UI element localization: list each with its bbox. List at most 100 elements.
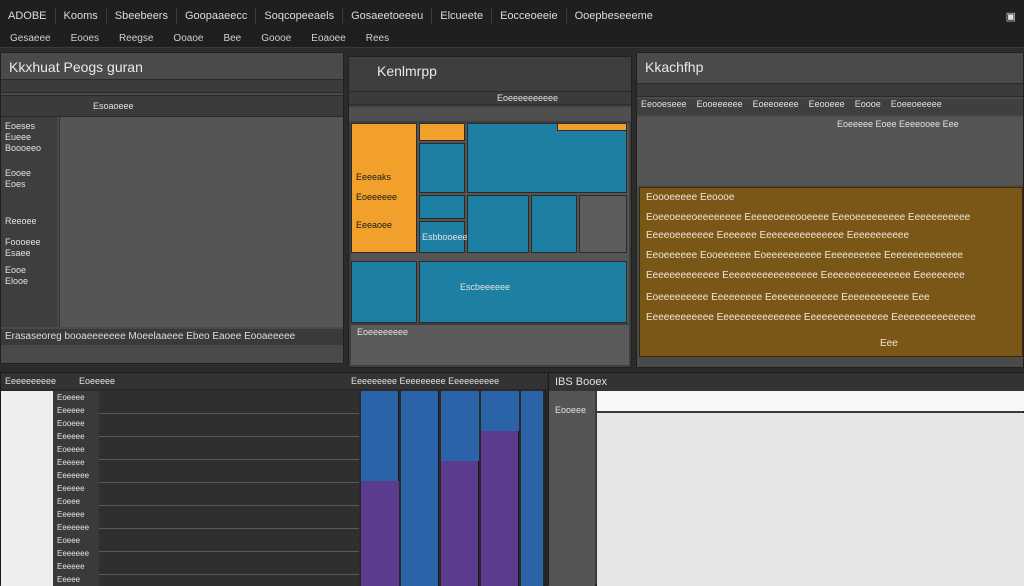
header-cell[interactable]: Eoeeoeeee <box>753 99 799 115</box>
tool-2[interactable]: Eooes <box>61 33 109 44</box>
list-item[interactable]: Eoes <box>1 179 57 190</box>
block-orange-3[interactable] <box>557 123 627 131</box>
timeline-row[interactable] <box>99 437 359 460</box>
row-label[interactable]: Eeeeee <box>53 456 99 469</box>
row-label[interactable]: Eeeeee <box>53 404 99 417</box>
panel-bottom-right-title: IBS Booex <box>555 376 607 388</box>
timeline-row[interactable] <box>99 414 359 437</box>
column-purple-1[interactable] <box>361 481 399 586</box>
panel-bottom-left-title: Eeeeeeeeee <box>5 376 57 386</box>
block-teal-7[interactable] <box>351 261 417 323</box>
tool-7[interactable]: Eoaoee <box>301 33 355 44</box>
list-item[interactable]: Eoeses <box>1 121 57 132</box>
block-teal-6[interactable] <box>531 195 577 253</box>
header-cell[interactable]: Eoooe <box>855 99 881 115</box>
menu-item-4[interactable]: Gosaeetoeeeu <box>342 8 431 24</box>
menu-item-3[interactable]: Soqcopeeaels <box>255 8 342 24</box>
row-label[interactable]: Eeeee <box>53 573 99 586</box>
column-blue-3[interactable] <box>441 391 479 461</box>
block-label: Eoeeeeee <box>356 192 398 202</box>
block-grey-1[interactable] <box>579 195 627 253</box>
block-orange-1[interactable]: Eeeeaks Eoeeeeee Eeeaoee <box>351 123 417 253</box>
list-item[interactable]: Elooe <box>1 276 57 287</box>
code-output-area[interactable]: Eoooeeeee Eeoooe Eoeeoeeeoeeeeeeee Eeeee… <box>639 187 1023 357</box>
block-teal-3[interactable] <box>419 195 465 219</box>
list-item[interactable]: Eooee <box>1 168 57 179</box>
menu-item-1[interactable]: Sbeebeers <box>105 8 176 24</box>
tool-3[interactable]: Reegse <box>109 33 163 44</box>
code-line: Eoeeoeeeoeeeeeeee Eeeeeoeeeooeeee Eeeoee… <box>646 212 971 223</box>
list-item[interactable]: Esaee <box>1 248 57 259</box>
row-label[interactable]: Eoeeee <box>53 443 99 456</box>
list-item[interactable]: Foooeee <box>1 237 57 248</box>
treemap-canvas[interactable]: Eeeeaks Eoeeeeee Eeeaoee Esbbooeee Escbe… <box>351 123 629 323</box>
block-label: Esbbooeee <box>422 232 468 242</box>
code-footer: Eee <box>880 338 898 349</box>
panel-bottom-right-tab[interactable]: Eooeee <box>555 405 586 415</box>
header-cell[interactable]: Eoeeoeeeee <box>891 99 942 115</box>
panel-bottom-left-sub: Eoeeeee <box>79 376 116 386</box>
panel-left-list: Eoeses Eueee Boooeeo Eooee Eoes Reeoee F… <box>1 117 57 327</box>
row-label[interactable]: Eeeeee <box>53 482 99 495</box>
row-label[interactable]: Eooeee <box>53 417 99 430</box>
panel-left-canvas[interactable] <box>59 117 343 327</box>
panel-bottom-left-gutter <box>1 391 53 586</box>
row-label[interactable]: Eoeeee <box>53 391 99 404</box>
block-teal-1[interactable] <box>419 143 465 193</box>
row-label[interactable]: Eoeee <box>53 495 99 508</box>
column-blue-4[interactable] <box>481 391 519 431</box>
tool-4[interactable]: Ooaoe <box>163 33 213 44</box>
code-line: Eeeeeeeeeeeee Eeeeeeeeeeeeeeeee Eeeeeeee… <box>646 270 965 281</box>
timeline-row[interactable] <box>99 483 359 506</box>
panel-bottom-right-content[interactable] <box>597 413 1024 586</box>
block-teal-2[interactable] <box>467 123 627 193</box>
menu-item-7[interactable]: Ooepbeseeeme <box>565 8 661 24</box>
list-item[interactable]: Eooe <box>1 265 57 276</box>
timeline-track-area[interactable] <box>99 391 359 586</box>
menu-item-6[interactable]: Eocceoeeie <box>491 8 566 24</box>
row-label[interactable]: Eeeeeee <box>53 521 99 534</box>
row-label[interactable]: Eoeee <box>53 534 99 547</box>
row-label[interactable]: Eeeeee <box>53 560 99 573</box>
header-cell[interactable]: Eeooeseee <box>641 99 687 115</box>
block-teal-4[interactable]: Esbbooeee <box>419 221 468 253</box>
list-item[interactable]: Reeoee <box>1 216 57 227</box>
block-teal-8[interactable]: Escbeeeeee <box>419 261 627 323</box>
tool-8[interactable]: Rees <box>356 33 399 44</box>
row-label[interactable]: Eeeeee <box>53 508 99 521</box>
panel-bottom-right-header <box>597 391 1024 411</box>
tool-6[interactable]: Goooe <box>251 33 301 44</box>
header-cell[interactable]: Eooeeeeee <box>697 99 743 115</box>
tool-5[interactable]: Bee <box>213 33 251 44</box>
code-line: Eeeeeeeeeeee Eeeeeeeeeeeeeee Eeeeeeeeeee… <box>646 312 976 323</box>
row-label[interactable]: Eeeeee <box>53 430 99 443</box>
list-item[interactable]: Boooeeo <box>1 143 57 154</box>
timeline-row[interactable] <box>99 391 359 414</box>
panel-bottom-right-titlebar: IBS Booex <box>549 373 1024 391</box>
panel-right-preview: Eoeeeee Eoee Eeeeooee Eee <box>637 117 1023 185</box>
panel-left-ruler <box>1 79 343 93</box>
column-blue-2[interactable] <box>401 391 439 586</box>
menu-item-2[interactable]: Goopaaeecc <box>175 8 255 24</box>
list-item[interactable]: Eueee <box>1 132 57 143</box>
timeline-row[interactable] <box>99 506 359 529</box>
panel-middle-ruler: Eoeeeeeeeeee <box>349 91 631 105</box>
row-label[interactable]: Eeeeeee <box>53 547 99 560</box>
block-orange-2[interactable] <box>419 123 465 141</box>
code-line: Eoooeeeee Eeoooe <box>646 192 735 203</box>
panel-left-header: Esoaoeee <box>1 95 343 117</box>
block-teal-5[interactable] <box>467 195 529 253</box>
header-cell[interactable]: Eeooeee <box>809 99 845 115</box>
row-label[interactable]: Eeeeeee <box>53 469 99 482</box>
block-center-label: Escbeeeeee <box>460 282 511 292</box>
code-line: Eeoeeeeee Eooeeeeee Eoeeeeeeeeee Eeeeeee… <box>646 250 963 261</box>
column-blue-5[interactable] <box>521 391 543 586</box>
timeline-row[interactable] <box>99 552 359 575</box>
tool-1[interactable]: Gesaeee <box>0 33 61 44</box>
timeline-row[interactable] <box>99 529 359 552</box>
panel-middle-title: Kenlmrpp <box>377 63 437 79</box>
menu-item-5[interactable]: Elcueete <box>431 8 491 24</box>
panel-right-ruler <box>637 83 1023 97</box>
timeline-row[interactable] <box>99 460 359 483</box>
panel-left-header-label: Esoaoeee <box>93 101 134 111</box>
